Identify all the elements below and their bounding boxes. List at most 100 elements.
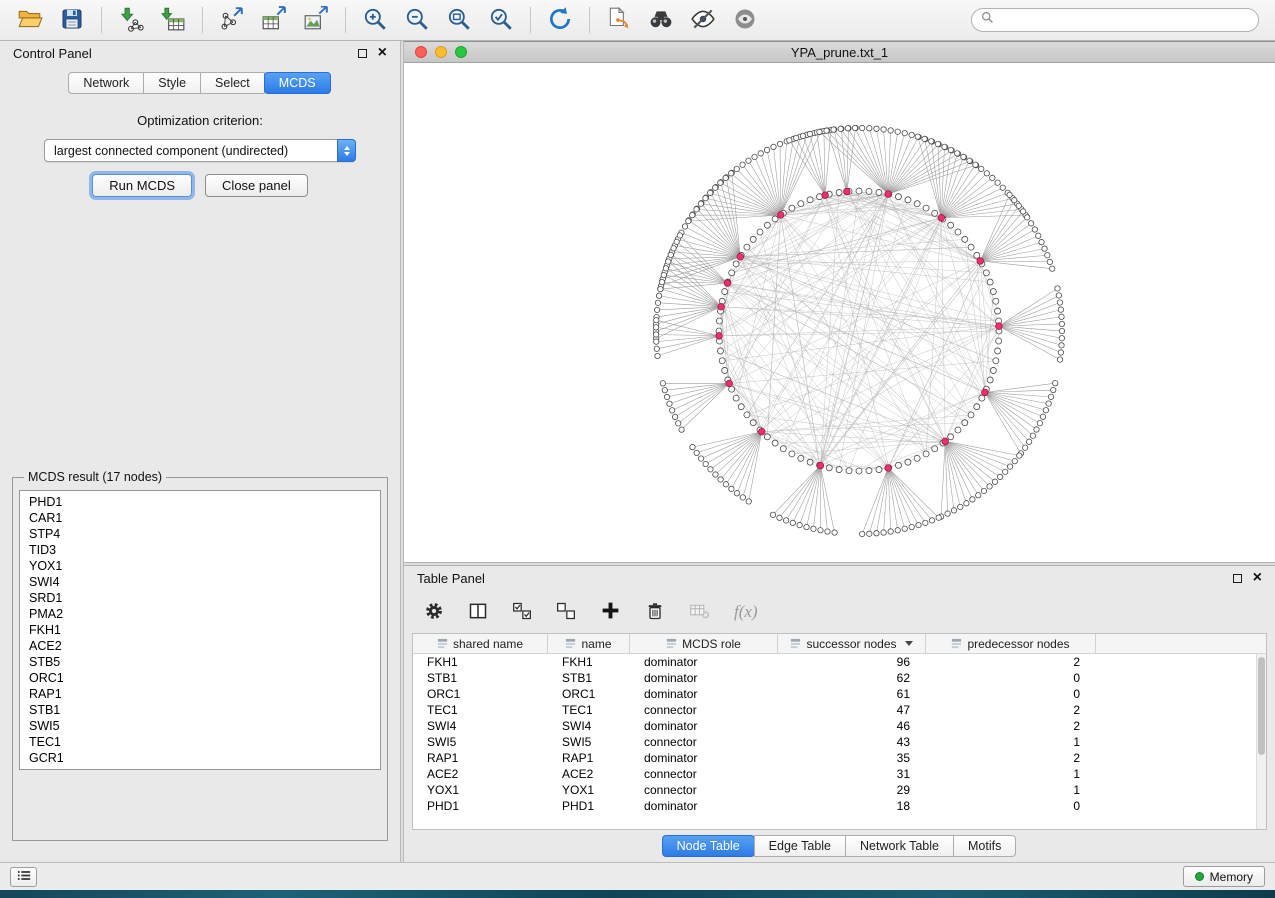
save-session-button[interactable] (52, 3, 92, 37)
tab-mcds[interactable]: MCDS (264, 72, 331, 94)
search-input[interactable] (1000, 13, 1249, 27)
mcds-result-list[interactable]: PHD1CAR1STP4TID3YOX1SWI4SRD1PMA2FKH1ACE2… (19, 490, 381, 770)
table-row[interactable]: RAP1RAP1dominator352 (413, 750, 1266, 766)
deselect-all-columns-button[interactable] (556, 601, 576, 624)
refresh-icon (547, 6, 573, 35)
column-header-shared-name[interactable]: shared name (413, 634, 548, 653)
mcds-result-item[interactable]: FKH1 (20, 622, 380, 638)
table-row[interactable]: ORC1ORC1dominator610 (413, 686, 1266, 702)
refresh-layout-button[interactable] (540, 3, 580, 37)
zoom-in-button[interactable] (355, 3, 395, 37)
table-cell: 31 (778, 767, 926, 781)
table-cell: dominator (630, 671, 778, 685)
add-column-button[interactable] (600, 600, 621, 624)
table-cell: 2 (926, 703, 1096, 717)
zoom-selected-button[interactable] (481, 3, 521, 37)
table-row[interactable]: YOX1YOX1connector291 (413, 782, 1266, 798)
tab-edge-table[interactable]: Edge Table (754, 835, 846, 857)
column-header-successor-nodes[interactable]: successor nodes (778, 634, 926, 653)
table-row[interactable]: TEC1TEC1connector472 (413, 702, 1266, 718)
mcds-result-item[interactable]: GCR1 (20, 750, 380, 766)
import-network-button[interactable] (111, 3, 151, 37)
table-row[interactable]: STB1STB1dominator620 (413, 670, 1266, 686)
eye-slash-icon (690, 6, 716, 35)
status-menu-button[interactable] (10, 867, 37, 887)
memory-button[interactable]: Memory (1183, 866, 1265, 887)
plus-icon (600, 600, 621, 624)
zoom-out-button[interactable] (397, 3, 437, 37)
find-button[interactable] (641, 3, 681, 37)
checked-boxes-icon (512, 601, 532, 624)
column-header-mcds-role[interactable]: MCDS role (630, 634, 778, 653)
table-cell: 0 (926, 687, 1096, 701)
tab-network-table[interactable]: Network Table (845, 835, 954, 857)
table-row[interactable]: PHD1PHD1dominator180 (413, 798, 1266, 814)
column-header-predecessor-nodes[interactable]: predecessor nodes (926, 634, 1096, 653)
table-cell: 0 (926, 799, 1096, 813)
tab-network[interactable]: Network (68, 72, 144, 94)
mcds-result-item[interactable]: TID3 (20, 542, 380, 558)
table-cell: 2 (926, 655, 1096, 669)
table-row[interactable]: FKH1FKH1dominator962 (413, 654, 1266, 670)
mcds-result-item[interactable]: PMA2 (20, 606, 380, 622)
mcds-result-item[interactable]: ACE2 (20, 638, 380, 654)
function-builder-button[interactable]: f(x) (734, 602, 758, 622)
export-network-button[interactable] (212, 3, 252, 37)
window-close-button[interactable] (415, 46, 427, 58)
search-field[interactable] (971, 8, 1259, 32)
tab-select[interactable]: Select (200, 72, 265, 94)
import-table-button[interactable] (153, 3, 193, 37)
export-table-button[interactable] (254, 3, 294, 37)
mcds-result-item[interactable]: YOX1 (20, 558, 380, 574)
close-panel-icon[interactable]: × (378, 45, 387, 61)
tab-style[interactable]: Style (143, 72, 201, 94)
open-file-button[interactable] (10, 3, 50, 37)
network-window-titlebar[interactable]: YPA_prune.txt_1 (404, 41, 1275, 63)
mcds-result-item[interactable]: SRD1 (20, 590, 380, 606)
export-image-button[interactable] (296, 3, 336, 37)
mcds-result-item[interactable]: CAR1 (20, 510, 380, 526)
window-minimize-button[interactable] (435, 46, 447, 58)
select-all-columns-button[interactable] (512, 601, 532, 624)
float-panel-icon[interactable] (358, 49, 367, 58)
mcds-result-item[interactable]: RAP1 (20, 686, 380, 702)
hide-graphics-details-button[interactable] (683, 3, 723, 37)
tab-motifs[interactable]: Motifs (953, 835, 1016, 857)
share-document-button[interactable] (599, 3, 639, 37)
mcds-result-item[interactable]: STP4 (20, 526, 380, 542)
mcds-result-item[interactable]: TEC1 (20, 734, 380, 750)
table-cell: 2 (926, 719, 1096, 733)
tab-node-table[interactable]: Node Table (662, 835, 755, 857)
network-canvas[interactable] (404, 63, 1275, 562)
column-header-name[interactable]: name (548, 634, 630, 653)
delete-column-button[interactable] (645, 601, 665, 624)
mcds-result-item[interactable]: SWI5 (20, 718, 380, 734)
mcds-result-item[interactable]: ORC1 (20, 670, 380, 686)
show-columns-button[interactable] (468, 601, 488, 624)
table-settings-button[interactable] (424, 601, 444, 624)
table-body[interactable]: FKH1FKH1dominator962STB1STB1dominator620… (413, 654, 1266, 829)
show-graphics-details-button[interactable] (725, 3, 765, 37)
close-panel-button[interactable]: Close panel (205, 174, 308, 197)
table-cell: 96 (778, 655, 926, 669)
run-mcds-button[interactable]: Run MCDS (92, 174, 192, 197)
table-scrollbar[interactable] (1256, 654, 1266, 829)
table-cell: connector (630, 783, 778, 797)
mcds-result-item[interactable]: STB5 (20, 654, 380, 670)
float-panel-icon[interactable] (1233, 574, 1242, 583)
mcds-result-item[interactable]: STB1 (20, 702, 380, 718)
table-delete-icon (689, 600, 710, 624)
status-bar: Memory (0, 862, 1275, 890)
close-panel-icon[interactable]: × (1253, 570, 1262, 586)
zoom-in-icon (362, 6, 388, 35)
table-row[interactable]: SWI5SWI5connector431 (413, 734, 1266, 750)
zoom-fit-button[interactable] (439, 3, 479, 37)
table-row[interactable]: SWI4SWI4dominator462 (413, 718, 1266, 734)
window-maximize-button[interactable] (455, 46, 467, 58)
scrollbar-thumb[interactable] (1258, 657, 1265, 755)
table-row[interactable]: ACE2ACE2connector311 (413, 766, 1266, 782)
mcds-result-item[interactable]: SWI4 (20, 574, 380, 590)
optimization-criterion-dropdown[interactable]: largest connected component (undirected) (44, 139, 356, 162)
mcds-result-item[interactable]: PHD1 (20, 494, 380, 510)
network-graph[interactable] (404, 63, 1275, 562)
